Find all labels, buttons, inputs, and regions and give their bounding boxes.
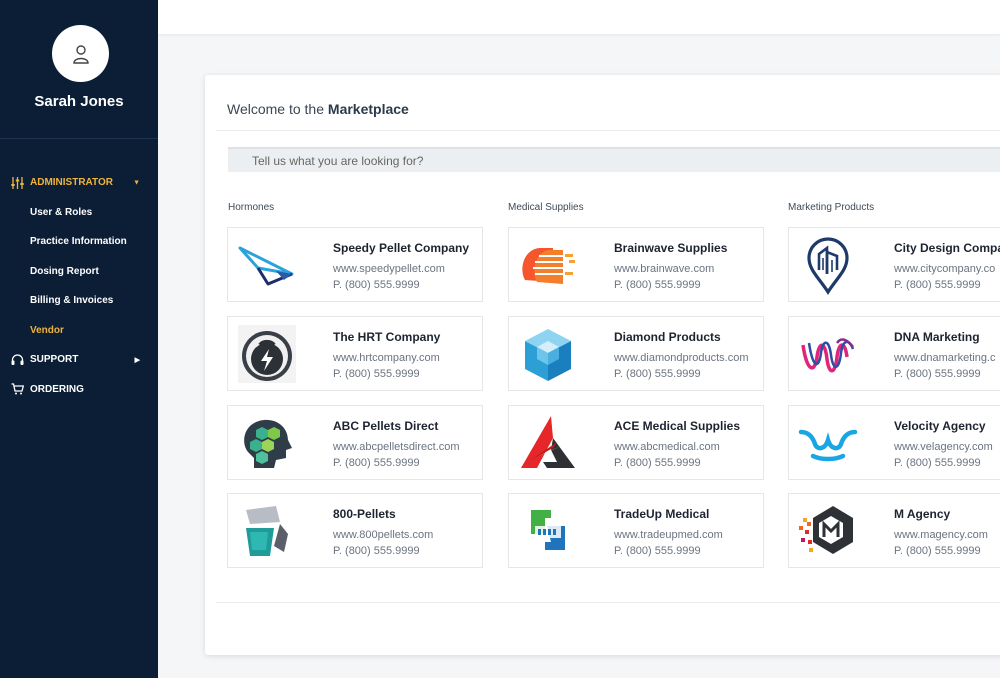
user-avatar[interactable] [52,25,109,82]
nav-user-roles[interactable]: User & Roles [0,198,158,228]
vendor-url[interactable]: www.hrtcompany.com [333,352,440,364]
vendor-phone: P. (800) 555.9999 [894,545,981,557]
vendor-name[interactable]: Brainwave Supplies [614,241,727,255]
vendor-name[interactable]: Speedy Pellet Company [333,241,469,255]
sidebar: Sarah Jones ADMINISTRATOR ▼ User & Roles… [0,0,158,678]
user-icon [72,44,89,64]
nav-administrator[interactable]: ADMINISTRATOR ▼ [0,168,158,198]
vendor-card[interactable]: ABC Pellets Direct www.abcpelletsdirect.… [227,405,483,480]
vendor-card[interactable]: City Design Compa www.citycompany.co P. … [788,227,1000,302]
nav-ordering-label: ORDERING [30,383,84,395]
vendor-name[interactable]: DNA Marketing [894,330,980,344]
cube-logo-icon [517,323,579,385]
sliders-icon [10,176,24,190]
vendor-url[interactable]: www.tradeupmed.com [614,529,723,541]
vendor-card[interactable]: Speedy Pellet Company www.speedypellet.c… [227,227,483,302]
vendor-name[interactable]: Velocity Agency [894,419,986,433]
card-divider [216,130,1000,131]
vendor-url[interactable]: www.abcmedical.com [614,441,720,453]
kettlebell-bolt-logo-icon [236,323,298,385]
vendor-phone: P. (800) 555.9999 [333,368,420,380]
chevron-right-icon: ▶ [134,356,140,364]
vendor-name[interactable]: The HRT Company [333,330,440,344]
vendor-phone: P. (800) 555.9999 [614,545,701,557]
nav-ordering[interactable]: ORDERING [0,375,158,405]
search-bar[interactable] [228,147,1000,172]
vendor-card[interactable]: DNA Marketing www.dnamarketing.c P. (800… [788,316,1000,391]
vendor-card[interactable]: The HRT Company www.hrtcompany.com P. (8… [227,316,483,391]
card-footer-divider [216,602,1000,603]
tiles-logo-icon [236,500,298,562]
vendor-name[interactable]: City Design Compa [894,241,1000,255]
search-input[interactable] [252,153,952,168]
vendor-phone: P. (800) 555.9999 [894,279,981,291]
vendor-card[interactable]: Velocity Agency www.velagency.com P. (80… [788,405,1000,480]
marketplace-card: Welcome to the Marketplace Hormones Medi… [205,75,1000,655]
vendor-card[interactable]: 800-Pellets www.800pellets.com P. (800) … [227,493,483,568]
vendor-name[interactable]: Diamond Products [614,330,721,344]
vendor-phone: P. (800) 555.9999 [894,368,981,380]
sidebar-divider [0,138,158,139]
vendor-name[interactable]: 800-Pellets [333,507,396,521]
nav-dosing-report[interactable]: Dosing Report [0,257,158,287]
wave-logo-icon [797,412,859,474]
chevron-down-icon: ▼ [133,179,140,187]
vendor-card[interactable]: M Agency www.magency.com P. (800) 555.99… [788,493,1000,568]
vendor-url[interactable]: www.citycompany.co [894,263,995,275]
nav-practice-information[interactable]: Practice Information [0,227,158,257]
brain-heads-logo-icon [517,234,579,296]
vendor-phone: P. (800) 555.9999 [614,457,701,469]
cart-icon [10,382,24,396]
vendor-phone: P. (800) 555.9999 [614,279,701,291]
nav-vendor[interactable]: Vendor [0,316,158,346]
column-title-medical-supplies: Medical Supplies [508,202,584,213]
top-bar [158,0,1000,34]
vendor-card[interactable]: TradeUp Medical www.tradeupmed.com P. (8… [508,493,764,568]
welcome-marketplace: Marketplace [327,101,409,117]
column-title-marketing-products: Marketing Products [788,202,875,213]
nav-administrator-label: ADMINISTRATOR [30,177,113,189]
paper-plane-logo-icon [236,234,298,296]
ribbon-wave-logo-icon [797,323,859,385]
hexagon-head-logo-icon [236,412,298,474]
vendor-url[interactable]: www.brainwave.com [614,263,714,275]
vendor-phone: P. (800) 555.9999 [614,368,701,380]
vendor-url[interactable]: www.velagency.com [894,441,993,453]
vendor-phone: P. (800) 555.9999 [333,457,420,469]
sidebar-nav: ADMINISTRATOR ▼ User & Roles Practice In… [0,168,158,404]
vendor-url[interactable]: www.abcpelletsdirect.com [333,441,460,453]
vendor-card[interactable]: Diamond Products www.diamondproducts.com… [508,316,764,391]
vendor-url[interactable]: www.dnamarketing.c [894,352,996,364]
user-name: Sarah Jones [34,93,124,110]
nav-support[interactable]: SUPPORT ▶ [0,345,158,375]
vendor-name[interactable]: TradeUp Medical [614,507,709,521]
nav-billing-invoices[interactable]: Billing & Invoices [0,286,158,316]
column-title-hormones: Hormones [228,202,275,213]
welcome-prefix: Welcome to the [227,101,325,117]
handshake-logo-icon [517,500,579,562]
letter-a-logo-icon [517,412,579,474]
vendor-name[interactable]: ABC Pellets Direct [333,419,438,433]
vendor-card[interactable]: ACE Medical Supplies www.abcmedical.com … [508,405,764,480]
vendor-name[interactable]: ACE Medical Supplies [614,419,740,433]
vendor-url[interactable]: www.diamondproducts.com [614,352,749,364]
map-pin-city-logo-icon [797,234,859,296]
vendor-card[interactable]: Brainwave Supplies www.brainwave.com P. … [508,227,764,302]
headset-icon [10,353,24,367]
vendor-phone: P. (800) 555.9999 [333,545,420,557]
letter-m-hexagon-logo-icon [797,500,859,562]
vendor-phone: P. (800) 555.9999 [894,457,981,469]
vendor-url[interactable]: www.speedypellet.com [333,263,445,275]
vendor-url[interactable]: www.800pellets.com [333,529,433,541]
vendor-phone: P. (800) 555.9999 [333,279,420,291]
vendor-url[interactable]: www.magency.com [894,529,988,541]
vendor-name[interactable]: M Agency [894,507,950,521]
page-title: Welcome to the Marketplace [227,101,409,117]
nav-support-label: SUPPORT [30,354,79,366]
